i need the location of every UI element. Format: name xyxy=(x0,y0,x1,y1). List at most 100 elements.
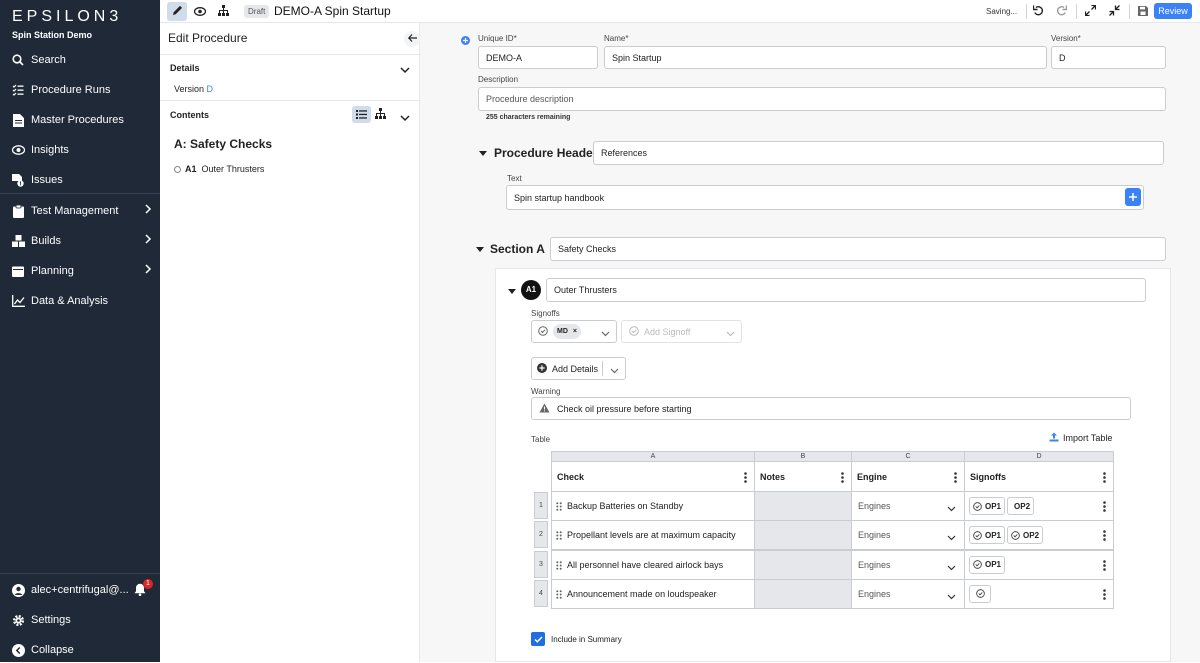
collapse-triangle-icon[interactable] xyxy=(476,247,484,252)
step-title-input[interactable]: Outer Thrusters xyxy=(546,278,1146,302)
engine-select[interactable]: Engines xyxy=(851,491,965,521)
more-vertical-icon[interactable] xyxy=(744,472,747,485)
warning-input[interactable]: Check oil pressure before starting xyxy=(531,397,1131,420)
version-value[interactable]: D xyxy=(207,84,214,94)
signoff-button[interactable]: OP1 xyxy=(969,497,1006,515)
hierarchy-view-button[interactable] xyxy=(213,2,233,21)
check-cell[interactable]: Announcement made on loudspeaker xyxy=(551,578,755,609)
more-vertical-icon[interactable] xyxy=(841,472,844,485)
add-circle-icon[interactable] xyxy=(461,34,470,48)
signoffs-cell[interactable]: OP1 xyxy=(964,549,1114,580)
add-signoff-select[interactable]: Add Signoff xyxy=(621,320,742,343)
check-cell[interactable]: Propellant levels are at maximum capacit… xyxy=(551,520,755,551)
column-header[interactable]: Signoffs xyxy=(964,461,1114,492)
signoff-button[interactable]: OP1 xyxy=(969,555,1006,574)
signoff-button[interactable] xyxy=(969,584,991,603)
chevron-down-icon[interactable] xyxy=(610,366,619,376)
nav-procedure-runs[interactable]: Procedure Runs xyxy=(0,77,160,103)
name-input[interactable]: Spin Startup xyxy=(604,46,1047,69)
add-details-button[interactable]: Add Details xyxy=(531,357,626,380)
column-header[interactable]: Check xyxy=(551,461,755,492)
nav-settings[interactable]: Settings xyxy=(0,607,160,633)
more-vertical-icon[interactable] xyxy=(1103,589,1106,603)
chevron-down-icon[interactable] xyxy=(400,63,410,77)
nav-planning[interactable]: Planning xyxy=(0,258,160,284)
outline-section[interactable]: A: Safety Checks xyxy=(174,137,272,151)
expand-all-button[interactable] xyxy=(1080,2,1100,21)
drag-handle-icon[interactable] xyxy=(556,502,562,513)
nav-insights[interactable]: Insights xyxy=(0,137,160,163)
signoffs-cell[interactable]: OP1 OP2 xyxy=(964,520,1114,551)
nav-data-analysis[interactable]: Data & Analysis xyxy=(0,288,160,314)
more-vertical-icon[interactable] xyxy=(1103,501,1106,515)
row-number[interactable]: 2 xyxy=(534,521,548,549)
undo-button[interactable] xyxy=(1028,2,1048,21)
include-summary-checkbox[interactable] xyxy=(531,632,545,646)
column-header[interactable]: Engine xyxy=(851,461,965,492)
nav-settings-label: Settings xyxy=(31,614,71,626)
description-input[interactable]: Procedure description xyxy=(478,87,1166,111)
sitemap-icon xyxy=(217,4,229,19)
more-vertical-icon[interactable] xyxy=(1103,472,1106,485)
notes-cell xyxy=(754,578,852,609)
drag-handle-icon[interactable] xyxy=(556,590,562,601)
app-logo[interactable]: EPSILON3 xyxy=(12,8,122,26)
notifications-button[interactable]: 1 xyxy=(134,579,153,597)
row-number[interactable]: 3 xyxy=(534,550,548,578)
view-mode-button[interactable] xyxy=(190,2,210,21)
section-title-input[interactable]: Safety Checks xyxy=(550,237,1166,261)
signoff-button[interactable]: OP2 xyxy=(1007,497,1035,515)
more-vertical-icon[interactable] xyxy=(1103,559,1106,574)
nav-search[interactable]: Search xyxy=(0,47,160,73)
save-button[interactable] xyxy=(1133,2,1153,21)
redo-button[interactable] xyxy=(1051,2,1071,21)
engine-select[interactable]: Engines xyxy=(851,520,965,551)
collapse-all-button[interactable] xyxy=(1104,2,1124,21)
signoffs-cell[interactable]: OP1 OP2 xyxy=(964,491,1114,521)
clipboard-icon xyxy=(11,204,25,218)
signoff-button[interactable]: OP2 xyxy=(1007,526,1044,545)
chevron-down-icon[interactable] xyxy=(400,111,410,125)
signoff-operator: OP1 xyxy=(985,530,1002,540)
collapse-sidebar-button[interactable]: Collapse xyxy=(0,637,160,663)
header-title-input[interactable]: References xyxy=(593,141,1164,165)
signoff-select[interactable]: MD × xyxy=(531,320,617,343)
collapse-triangle-icon[interactable] xyxy=(508,289,516,294)
collapse-triangle-icon[interactable] xyxy=(479,151,487,156)
tree-view-button[interactable] xyxy=(375,108,386,122)
nav-builds[interactable]: Builds xyxy=(0,228,160,254)
engine-select[interactable]: Engines xyxy=(851,549,965,580)
more-vertical-icon[interactable] xyxy=(1103,530,1106,544)
row-number[interactable]: 4 xyxy=(534,579,548,607)
edit-mode-button[interactable] xyxy=(167,2,187,21)
list-view-button[interactable] xyxy=(352,106,371,123)
drag-handle-icon[interactable] xyxy=(556,531,562,542)
nav-issues[interactable]: Issues xyxy=(0,167,160,193)
pencil-icon xyxy=(172,5,183,19)
import-table-button[interactable]: Import Table xyxy=(1049,432,1112,444)
check-circle-icon xyxy=(629,325,639,338)
row-number[interactable]: 1 xyxy=(534,492,548,519)
user-name: alec+centrifugal@... xyxy=(31,584,129,596)
step-status-circle-icon xyxy=(174,165,181,173)
signoffs-cell[interactable] xyxy=(964,578,1114,609)
remove-chip-icon[interactable]: × xyxy=(573,328,577,335)
unique-id-input[interactable]: DEMO-A xyxy=(478,46,598,69)
more-vertical-icon[interactable] xyxy=(954,472,957,485)
nav-master-procedures[interactable]: Master Procedures xyxy=(0,107,160,133)
version-input[interactable]: D xyxy=(1051,46,1166,69)
list-icon xyxy=(356,108,367,122)
collapse-panel-button[interactable] xyxy=(404,31,420,47)
engine-select[interactable]: Engines xyxy=(851,578,965,609)
check-cell[interactable]: Backup Batteries on Standby xyxy=(551,491,755,521)
header-text-input[interactable]: Spin startup handbook xyxy=(506,185,1144,210)
add-details-label: Add Details xyxy=(552,363,599,374)
signoff-button[interactable]: OP1 xyxy=(969,526,1006,545)
add-header-content-button[interactable] xyxy=(1125,188,1141,206)
drag-handle-icon[interactable] xyxy=(556,560,562,572)
review-button[interactable]: Review xyxy=(1154,3,1192,19)
nav-test-management[interactable]: Test Management xyxy=(0,198,160,224)
column-header[interactable]: Notes xyxy=(754,461,852,492)
outline-step[interactable]: A1 Outer Thrusters xyxy=(174,164,264,174)
check-cell[interactable]: All personnel have cleared airlock bays xyxy=(551,549,755,580)
